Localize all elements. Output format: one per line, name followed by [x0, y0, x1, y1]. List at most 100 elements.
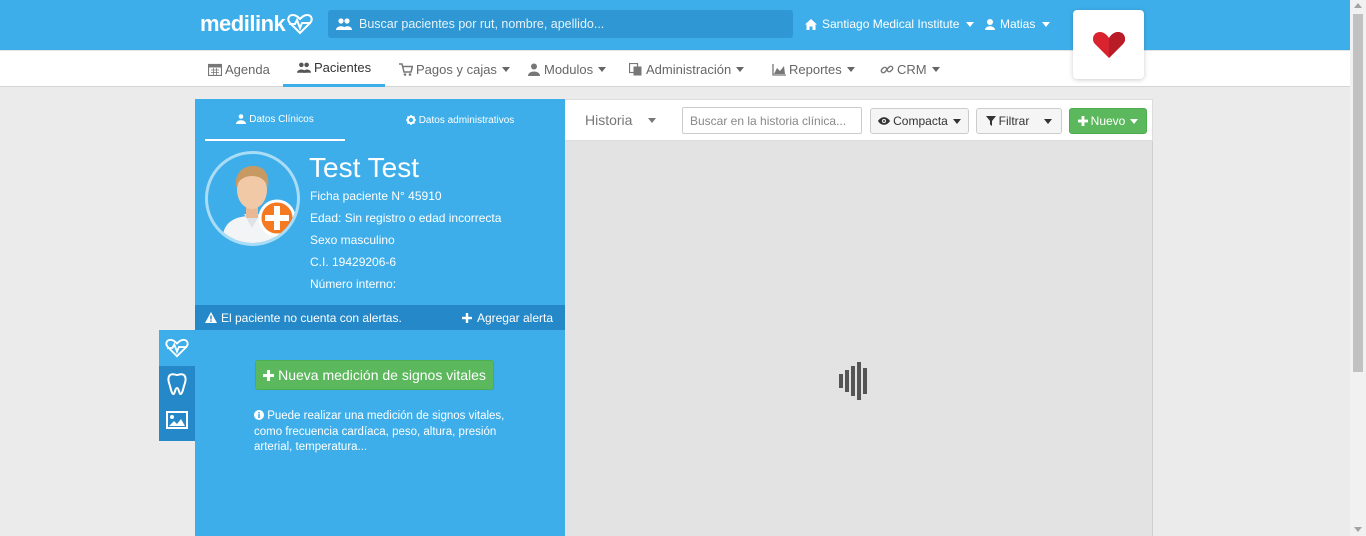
- link-icon: [880, 65, 894, 73]
- chevron-down-icon: [966, 21, 975, 27]
- chevron-down-icon: [501, 66, 510, 72]
- patient-sex: Sexo masculino: [310, 233, 395, 247]
- users-icon: [336, 18, 352, 30]
- patient-internal-number: Número interno:: [310, 277, 397, 291]
- tab-clinical-data[interactable]: Datos Clínicos: [205, 99, 345, 141]
- patient-record-number: Ficha paciente N° 45910: [310, 189, 442, 203]
- nav-pagos[interactable]: Pagos y cajas: [399, 51, 510, 87]
- user-name: Matias: [1000, 17, 1036, 31]
- info-icon: [254, 410, 264, 420]
- images-tab[interactable]: [159, 402, 195, 438]
- module-icon-strip: [159, 330, 195, 441]
- tooth-icon: [167, 373, 187, 395]
- chevron-down-icon: [648, 117, 657, 123]
- chevron-down-icon: [1044, 118, 1053, 124]
- nav-modulos[interactable]: Modulos: [527, 51, 607, 87]
- history-search-input[interactable]: [682, 107, 862, 134]
- chevron-down-icon: [846, 66, 855, 72]
- plus-icon: [263, 369, 275, 381]
- new-entry-label: Nuevo: [1090, 114, 1126, 128]
- image-icon: [166, 411, 188, 429]
- vitals-info: Puede realizar una medición de signos vi…: [254, 409, 514, 456]
- filter-icon: [985, 116, 996, 126]
- chevron-down-icon: [1042, 21, 1051, 27]
- nav-label: Pacientes: [314, 60, 372, 75]
- chevron-down-icon: [1130, 118, 1139, 124]
- heart-icon: [1092, 31, 1125, 58]
- user-menu[interactable]: Matias: [985, 17, 1051, 31]
- page-scrollbar[interactable]: [1350, 0, 1366, 536]
- filter-label: Filtrar: [998, 114, 1030, 128]
- tab-label: Datos Clínicos: [249, 113, 314, 125]
- patient-age: Edad: Sin registro o edad incorrecta: [310, 211, 502, 225]
- heart-pulse-icon: [165, 338, 189, 358]
- alert-text: El paciente no cuenta con alertas.: [221, 310, 402, 325]
- add-alert-button[interactable]: Agregar alerta: [461, 310, 553, 325]
- loading-spinner-icon: [839, 362, 867, 400]
- history-title: Historia: [585, 112, 633, 128]
- chevron-down-icon: [598, 66, 607, 72]
- home-icon: [805, 18, 817, 30]
- dental-tab[interactable]: [159, 366, 195, 402]
- patient-search-input[interactable]: [359, 17, 779, 31]
- nav-reportes[interactable]: Reportes: [772, 51, 855, 87]
- history-selector[interactable]: Historia: [585, 112, 657, 128]
- patient-avatar[interactable]: [205, 151, 300, 246]
- user-md-icon: [528, 63, 540, 76]
- plus-icon: [461, 312, 472, 323]
- favorites-card[interactable]: [1073, 10, 1144, 79]
- nav-label: Reportes: [789, 61, 842, 77]
- chevron-down-icon: [931, 66, 940, 72]
- chevron-down-icon: [952, 118, 961, 124]
- vital-signs-tab[interactable]: [159, 330, 195, 366]
- logo-text: medilink: [200, 11, 286, 36]
- add-alert-label: Agregar alerta: [476, 310, 553, 325]
- vitals-info-text: Puede realizar una medición de signos vi…: [254, 410, 505, 453]
- plus-icon: [1077, 116, 1088, 126]
- compact-view-button[interactable]: Compacta: [870, 108, 969, 134]
- new-vitals-label: Nueva medición de signos vitales: [278, 367, 486, 383]
- patient-id: C.I. 19429206-6: [310, 255, 397, 269]
- patient-tabs: Datos Clínicos Datos administrativos: [195, 99, 565, 141]
- history-toolbar: Historia Compacta Filtrar Nuev: [565, 99, 1153, 141]
- nav-label: Agenda: [225, 61, 270, 77]
- top-bar: medilink Santiago Medical Institute Mati…: [0, 0, 1350, 50]
- area-chart-icon: [772, 63, 786, 76]
- scroll-up-icon[interactable]: [1354, 3, 1362, 8]
- heart-pulse-icon: [287, 13, 313, 35]
- cart-icon: [399, 62, 413, 76]
- patient-search[interactable]: [328, 10, 793, 38]
- nav-label: Modulos: [544, 61, 594, 77]
- main-nav: Agenda Pacientes Pagos y cajas Modulos A…: [0, 50, 1350, 87]
- clinic-name: Santiago Medical Institute: [822, 17, 960, 31]
- copy-icon: [629, 62, 642, 75]
- compact-view-label: Compacta: [893, 114, 948, 128]
- nav-administracion[interactable]: Administración: [629, 51, 745, 87]
- doctor-avatar-image: [222, 166, 296, 243]
- alert-status: El paciente no cuenta con alertas.: [205, 311, 402, 325]
- calendar-icon: [208, 63, 222, 76]
- history-panel: Historia Compacta Filtrar Nuev: [565, 99, 1153, 536]
- new-entry-button[interactable]: Nuevo: [1069, 108, 1147, 134]
- nav-label: CRM: [897, 61, 927, 77]
- tab-admin-data[interactable]: Datos administrativos: [370, 99, 550, 141]
- nav-crm[interactable]: CRM: [880, 51, 940, 87]
- nav-agenda[interactable]: Agenda: [208, 51, 270, 87]
- nav-pacientes[interactable]: Pacientes: [283, 51, 386, 87]
- scroll-down-icon[interactable]: [1354, 527, 1362, 532]
- scroll-thumb[interactable]: [1353, 14, 1363, 372]
- new-vitals-button[interactable]: Nueva medición de signos vitales: [255, 360, 494, 390]
- nav-label: Pagos y cajas: [416, 61, 497, 77]
- medilink-logo[interactable]: medilink: [200, 11, 313, 37]
- nav-label: Administración: [646, 61, 732, 77]
- alert-bar: El paciente no cuenta con alertas. Agreg…: [195, 305, 565, 330]
- chevron-down-icon: [736, 66, 745, 72]
- user-icon: [985, 18, 995, 30]
- clinic-selector[interactable]: Santiago Medical Institute: [805, 17, 975, 31]
- tab-label: Datos administrativos: [418, 114, 515, 126]
- filter-button[interactable]: Filtrar: [976, 108, 1062, 134]
- user-md-icon: [236, 114, 247, 124]
- eye-icon: [878, 117, 891, 125]
- patient-panel: Datos Clínicos Datos administrativos Tes…: [195, 99, 565, 536]
- warning-icon: [205, 312, 217, 323]
